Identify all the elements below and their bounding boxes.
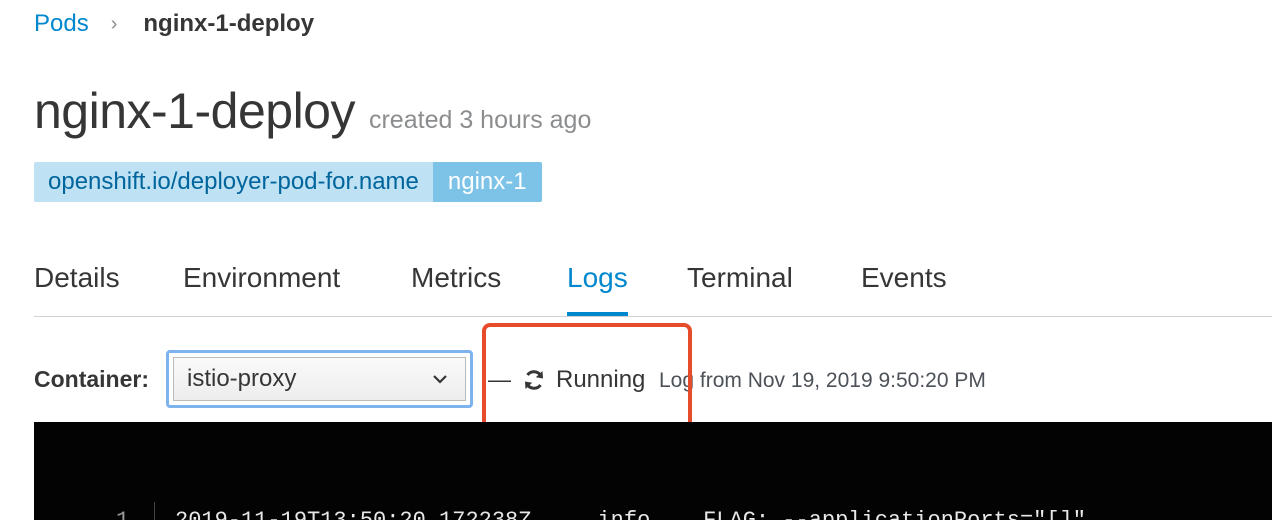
log-timestamp: Log from Nov 19, 2019 9:50:20 PM (659, 369, 986, 392)
status-text: Running (556, 366, 646, 393)
tab-logs[interactable]: Logs (567, 262, 628, 294)
breadcrumb: Pods › nginx-1-deploy (34, 8, 314, 40)
page-subtitle: created 3 hours ago (368, 106, 592, 134)
tab-details[interactable]: Details (34, 262, 120, 294)
label-value[interactable]: nginx-1 (432, 162, 542, 202)
page-title: nginx-1-deploy (34, 83, 355, 139)
log-gutter-divider (154, 502, 155, 520)
container-select[interactable]: istio-proxy (166, 350, 473, 408)
log-line-number: 1 (116, 508, 129, 520)
tab-terminal[interactable]: Terminal (687, 262, 793, 294)
tab-bar: Details Environment Metrics Logs Termina… (34, 258, 1272, 317)
chevron-right-icon: › (110, 12, 118, 35)
page-header: nginx-1-deploy created 3 hours ago (34, 82, 591, 140)
container-label: Container: (34, 366, 149, 392)
label-key[interactable]: openshift.io/deployer-pod-for.name (34, 162, 433, 202)
log-toolbar: Container: istio-proxy — Running Log fro… (34, 350, 1272, 412)
tab-events[interactable]: Events (861, 262, 947, 294)
breadcrumb-current: nginx-1-deploy (143, 10, 315, 37)
sync-icon (525, 370, 543, 390)
chevron-down-icon (433, 375, 447, 384)
tab-environment[interactable]: Environment (183, 262, 340, 294)
separator-dash: — (488, 366, 511, 392)
log-viewer[interactable]: 1 2019-11-19T13:50:20.172238Z info FLAG:… (34, 422, 1272, 520)
breadcrumb-link-pods[interactable]: Pods (34, 10, 89, 38)
tab-metrics[interactable]: Metrics (411, 262, 501, 294)
label-badge[interactable]: openshift.io/deployer-pod-for.name nginx… (34, 162, 542, 202)
container-select-box[interactable]: istio-proxy (173, 357, 466, 401)
active-tab-indicator (567, 312, 628, 316)
container-select-value: istio-proxy (187, 365, 297, 392)
log-line-text: 2019-11-19T13:50:20.172238Z info FLAG: -… (175, 508, 1086, 520)
